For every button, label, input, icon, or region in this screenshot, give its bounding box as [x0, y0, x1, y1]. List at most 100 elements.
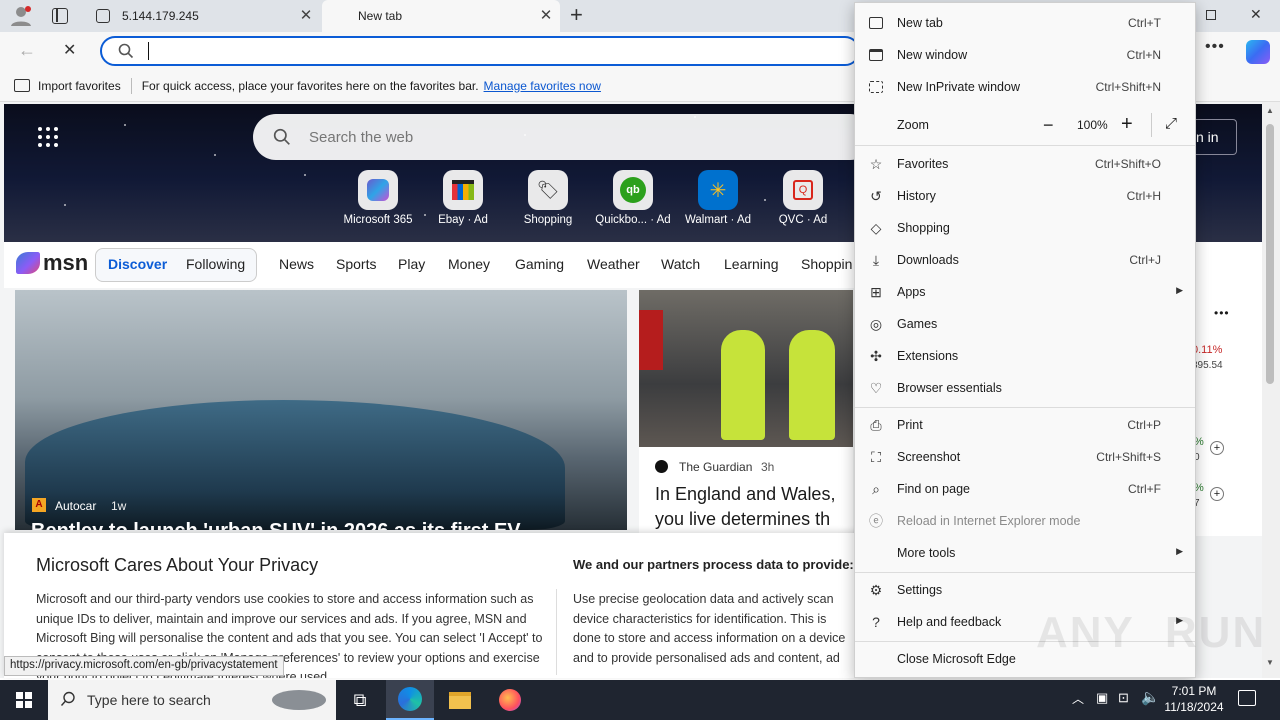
menu-item-apps[interactable]: ⊞ Apps ▶ — [855, 276, 1195, 308]
menu-item-screenshot[interactable]: ⛶ Screenshot Ctrl+Shift+S — [855, 441, 1195, 473]
nav-sports[interactable]: Sports — [336, 256, 376, 272]
close-tab-icon[interactable]: ✕ — [298, 8, 314, 24]
task-view-icon[interactable]: ⧉ — [336, 680, 384, 720]
menu-label: Screenshot — [897, 450, 961, 464]
tab-actions-icon[interactable] — [52, 8, 68, 24]
news-card-image[interactable] — [639, 290, 853, 447]
maximize-icon[interactable] — [1206, 10, 1216, 20]
web-search-box[interactable]: Search the web — [253, 114, 873, 160]
apps-icon: ⊞ — [870, 283, 882, 300]
import-favorites-button[interactable]: Import favorites — [38, 79, 121, 93]
msn-butterfly-icon — [16, 252, 40, 274]
edge-taskbar-icon[interactable] — [386, 680, 434, 720]
menu-item-shopping[interactable]: ◇ Shopping — [855, 212, 1195, 244]
menu-item-browser-essentials[interactable]: ♡ Browser essentials — [855, 372, 1195, 404]
menu-item-print[interactable]: ⎙ Print Ctrl+P — [855, 409, 1195, 441]
nav-discover[interactable]: Discover — [108, 256, 167, 272]
close-tab-icon[interactable]: ✕ — [538, 8, 554, 24]
menu-item-games[interactable]: ◎ Games — [855, 308, 1195, 340]
menu-item-new-inprivate[interactable]: New InPrivate window Ctrl+Shift+N — [855, 71, 1195, 103]
address-bar[interactable] — [100, 36, 860, 66]
file-explorer-icon[interactable] — [436, 680, 484, 720]
settings-more-icon[interactable]: ••• — [1205, 38, 1225, 56]
stock-price: 395.54 — [1192, 360, 1223, 371]
quick-link-microsoft365[interactable]: Microsoft 365 — [336, 170, 420, 226]
menu-item-settings[interactable]: ⚙ Settings — [855, 574, 1195, 606]
firefox-icon[interactable] — [486, 680, 534, 720]
nav-watch[interactable]: Watch — [661, 256, 700, 272]
printer-icon: ⎙ — [870, 416, 882, 433]
apps-grid-icon[interactable] — [38, 127, 58, 147]
nav-weather[interactable]: Weather — [587, 256, 640, 272]
microsoft365-icon — [358, 170, 398, 210]
volume-icon[interactable]: 🔈 — [1141, 688, 1160, 706]
zoom-in-icon[interactable]: + — [1121, 113, 1133, 136]
nav-news[interactable]: News — [279, 256, 314, 272]
new-tab-plus-icon[interactable]: + — [570, 4, 590, 28]
windows-start-icon[interactable] — [0, 680, 48, 720]
quick-link-walmart[interactable]: ✳ Walmart · Ad — [676, 170, 760, 226]
quick-link-ebay[interactable]: Ebay · Ad — [421, 170, 505, 226]
add-stock-icon[interactable]: + — [1210, 441, 1224, 455]
notifications-icon[interactable] — [1238, 690, 1256, 706]
tray-chevron-icon[interactable]: ︿ — [1072, 690, 1084, 707]
news-card-main[interactable]: A Autocar 1w Bentley to launch 'urban SU… — [15, 290, 627, 530]
menu-item-zoom: Zoom − 100% + ⤢ — [855, 109, 1195, 141]
taskbar-search[interactable]: Type here to search — [48, 680, 336, 720]
back-arrow-icon[interactable]: ← — [18, 40, 36, 61]
new-tab-icon — [867, 14, 885, 32]
nav-gaming[interactable]: Gaming — [515, 256, 564, 272]
scroll-thumb[interactable] — [1266, 124, 1274, 384]
tab-new-tab[interactable]: New tab ✕ — [322, 0, 560, 32]
quick-link-shopping[interactable]: 🏷 Shopping — [506, 170, 590, 226]
address-input[interactable] — [148, 42, 151, 60]
tab-ip-address[interactable]: 5.144.179.245 ✕ — [88, 0, 320, 32]
sign-in-button[interactable]: n in — [1190, 119, 1237, 155]
stop-loading-icon[interactable]: ✕ — [63, 40, 76, 60]
msn-logo[interactable]: msn — [16, 250, 88, 276]
window-icon — [867, 46, 885, 64]
fullscreen-icon[interactable]: ⤢ — [1165, 115, 1177, 132]
nav-money[interactable]: Money — [448, 256, 490, 272]
profile-icon[interactable] — [10, 6, 32, 26]
network-icon[interactable]: ⊡ — [1118, 690, 1129, 706]
walmart-icon: ✳ — [698, 170, 738, 210]
nav-following[interactable]: Following — [186, 256, 245, 272]
menu-item-favorites[interactable]: ☆ Favorites Ctrl+Shift+O — [855, 148, 1195, 180]
add-stock-icon[interactable]: + — [1210, 487, 1224, 501]
gear-icon: ⚙ — [869, 581, 883, 598]
menu-item-history[interactable]: ↺ History Ctrl+H — [855, 180, 1195, 212]
card-age: 3h — [761, 460, 775, 474]
scroll-down-icon[interactable]: ▼ — [1266, 658, 1274, 667]
quick-link-label: Walmart · Ad — [684, 214, 752, 226]
copilot-icon[interactable] — [1246, 40, 1270, 64]
quick-link-quickbooks[interactable]: qb Quickbo... · Ad — [591, 170, 675, 226]
close-window-icon[interactable]: ✕ — [1250, 6, 1262, 23]
taskbar-clock[interactable]: 7:01 PM 11/18/2024 — [1160, 683, 1228, 715]
tray-app-icon[interactable]: ▣ — [1096, 690, 1108, 706]
widget-more-icon[interactable]: ••• — [1214, 306, 1230, 320]
card-age: 1w — [111, 499, 127, 513]
page-scrollbar[interactable]: ▲ ▼ — [1262, 102, 1280, 678]
stock-change: 0.11% — [1192, 344, 1223, 356]
nav-learning[interactable]: Learning — [724, 256, 779, 272]
manage-favorites-link[interactable]: Manage favorites now — [484, 79, 601, 93]
menu-item-find-on-page[interactable]: ⌕ Find on page Ctrl+F — [855, 473, 1195, 505]
nav-shopping[interactable]: Shoppin — [801, 256, 855, 272]
ebay-bag-icon — [443, 170, 483, 210]
menu-item-new-tab[interactable]: New tab Ctrl+T — [855, 7, 1195, 39]
zoom-out-icon[interactable]: − — [1043, 115, 1054, 136]
news-card-text[interactable]: The Guardian 3h In England and Wales, yo… — [639, 447, 853, 535]
menu-label: Help and feedback — [897, 615, 1002, 629]
menu-label: Apps — [897, 285, 926, 299]
quick-link-qvc[interactable]: Q QVC · Ad — [761, 170, 845, 226]
menu-item-downloads[interactable]: ⤓ Downloads Ctrl+J — [855, 244, 1195, 276]
scroll-up-icon[interactable]: ▲ — [1266, 106, 1274, 115]
nav-play[interactable]: Play — [398, 256, 425, 272]
menu-label: Extensions — [897, 349, 959, 363]
menu-item-more-tools[interactable]: More tools ▶ — [855, 537, 1195, 569]
menu-label: Downloads — [897, 253, 959, 267]
menu-item-extensions[interactable]: ✣ Extensions — [855, 340, 1195, 372]
gamepad-icon: ◎ — [869, 315, 883, 332]
menu-item-new-window[interactable]: New window Ctrl+N — [855, 39, 1195, 71]
